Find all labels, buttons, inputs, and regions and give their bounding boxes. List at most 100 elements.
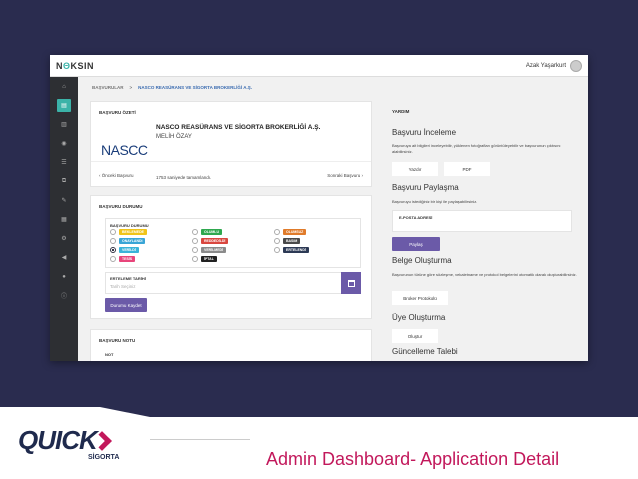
status-option[interactable]: İPTAL (192, 256, 274, 262)
status-option[interactable]: REDDEDİLDİ (192, 238, 274, 244)
status-badge: VERİLDİ (119, 247, 139, 253)
broker-protocol-button[interactable]: Broker Protokolü (392, 291, 448, 305)
sidebar-chart-icon[interactable]: ▥ (50, 115, 78, 134)
user-menu[interactable]: Azak Yaşarkurt (525, 59, 582, 72)
app-logo[interactable]: NΘKSIN (56, 61, 94, 71)
status-badge: OLUMSUZ (283, 229, 307, 235)
status-badge: BEKLEMEDE (119, 229, 147, 235)
date-label: ERTELEME TARİHİ (110, 276, 146, 281)
radio-button[interactable] (274, 238, 280, 244)
status-options: BEKLEMEDE OLUMLU OLUMSUZ ONAYLANDI REDDEDİLD… (110, 229, 356, 262)
status-options-box: BAŞVURU DURUMU BEKLEMEDE OLUMLU OLUMSUZ ONA… (105, 218, 361, 268)
status-option[interactable]: BEKLEMEDE (110, 229, 192, 235)
breadcrumb-root[interactable]: BAŞVURULAR (92, 85, 124, 90)
sidebar-document-icon[interactable]: ▤ (50, 96, 78, 115)
create-member-button[interactable]: Oluştur (392, 329, 438, 343)
status-option[interactable]: OLUMLU (192, 229, 274, 235)
sidebar-edit-icon[interactable]: ✎ (50, 191, 78, 210)
inspect-description: Başvuruya ait bilgileri inceleyebilir, y… (392, 143, 561, 154)
company-name: NASCO REASÜRANS VE SİGORTA BROKERLİĞİ A.… (156, 124, 321, 131)
radio-button[interactable] (110, 256, 116, 262)
pdf-button[interactable]: PDF (444, 162, 490, 176)
status-badge: REDDEDİLDİ (201, 238, 229, 244)
sidebar-info-icon[interactable]: ⓘ (50, 286, 78, 305)
radio-button[interactable] (274, 247, 280, 253)
footer-divider (150, 439, 250, 440)
summary-title: BAŞVURU ÖZETİ (99, 110, 136, 115)
footer-band: QUICK SİGORTA Admin Dashboard- Applicati… (0, 407, 638, 479)
sidebar: ⌂ ▤ ▥ ◉ ☰ ⧉ ✎ ▦ ⚙ ◀ ● ⓘ (50, 77, 78, 361)
status-option[interactable]: TESİS (110, 256, 192, 262)
radio-button[interactable] (110, 247, 116, 253)
print-button[interactable]: Yazdır (392, 162, 438, 176)
app-window: NΘKSIN Azak Yaşarkurt ⌂ ▤ ▥ ◉ ☰ ⧉ ✎ ▦ ⚙ … (50, 55, 588, 361)
sidebar-location-icon[interactable]: ◉ (50, 134, 78, 153)
postpone-date-field[interactable]: ERTELEME TARİHİ Tarih Seçiniz (105, 272, 361, 294)
note-title: BAŞVURU NOTU (99, 338, 136, 343)
calendar-button[interactable] (341, 272, 361, 294)
breadcrumb-separator: > (129, 84, 133, 90)
status-badge: İPTAL (201, 256, 217, 262)
sidebar-announce-icon[interactable]: ◀ (50, 248, 78, 267)
previous-application-link[interactable]: ‹ Önceki Başvuru (99, 173, 134, 178)
status-badge: BASIM (283, 238, 301, 244)
page-caption: Admin Dashboard- Application Detail (266, 449, 560, 469)
sidebar-settings-icon[interactable]: ⚙ (50, 229, 78, 248)
update-request-heading: Güncelleme Talebi (392, 347, 458, 356)
status-title: BAŞVURU DURUMU (99, 204, 143, 209)
radio-button[interactable] (192, 256, 198, 262)
radio-button[interactable] (192, 229, 198, 235)
status-option[interactable]: ONAYLANDI (110, 238, 192, 244)
radio-button[interactable] (192, 247, 198, 253)
status-badge: ONAYLANDI (119, 238, 146, 244)
note-card: BAŞVURU NOTU NOT (90, 329, 372, 361)
help-title: YARDIM (392, 109, 410, 114)
note-field-label: NOT (105, 352, 114, 357)
avatar[interactable] (570, 59, 582, 72)
share-button[interactable]: Paylaş (392, 237, 440, 251)
status-option[interactable]: ERTELENDİ (274, 247, 356, 253)
person-name: MELİH ÖZAY (156, 134, 192, 140)
status-option[interactable]: VERİLDİ (110, 247, 192, 253)
email-label: E-POSTA ADRESİ (399, 215, 433, 220)
company-logo: NASCC (101, 142, 148, 158)
sidebar-list-icon[interactable]: ☰ (50, 153, 78, 172)
status-badge: VERİLMEDİ (201, 247, 227, 253)
share-description: Başvuruyu istediğiniz bir kişi ile payla… (392, 199, 478, 204)
inspect-heading: Başvuru İnceleme (392, 128, 457, 137)
sidebar-copy-icon[interactable]: ⧉ (50, 172, 78, 191)
breadcrumb: BAŞVURULAR > NASCO REASÜRANS VE SİGORTA … (78, 77, 588, 97)
status-badge: TESİS (119, 256, 136, 262)
radio-button[interactable] (274, 229, 280, 235)
user-name: Azak Yaşarkurt (525, 62, 566, 69)
next-application-link[interactable]: Sonraki Başvuru › (327, 173, 363, 178)
status-badge: OLUMLU (201, 229, 222, 235)
status-option[interactable]: VERİLMEDİ (192, 247, 274, 253)
top-bar: NΘKSIN Azak Yaşarkurt (50, 55, 588, 77)
brand-sub: SİGORTA (88, 454, 120, 461)
document-heading: Belge Oluşturma (392, 256, 452, 265)
summary-card: BAŞVURU ÖZETİ NASCC NASCO REASÜRANS VE S… (90, 101, 372, 187)
brand-logo: QUICK SİGORTA (18, 425, 119, 461)
email-field[interactable]: E-POSTA ADRESİ (392, 210, 572, 232)
sidebar-user-icon[interactable]: ● (50, 267, 78, 286)
radio-button[interactable] (110, 229, 116, 235)
status-badge: ERTELENDİ (283, 247, 309, 253)
radio-button[interactable] (110, 238, 116, 244)
sidebar-home-icon[interactable]: ⌂ (50, 77, 78, 96)
completion-time: 1753 saniyede tamamlandı. (156, 175, 212, 180)
sidebar-table-icon[interactable]: ▦ (50, 210, 78, 229)
calendar-icon (347, 279, 355, 287)
breadcrumb-current: NASCO REASÜRANS VE SİGORTA BROKERLİĞİ A.… (138, 84, 252, 90)
radio-button[interactable] (192, 238, 198, 244)
date-input[interactable]: Tarih Seçiniz (110, 284, 136, 289)
status-card: BAŞVURU DURUMU BAŞVURU DURUMU BEKLEMEDE O… (90, 195, 372, 319)
brand-name: QUICK (18, 425, 98, 455)
document-description: Başvurunun türüne göre sözleşme, vekalet… (392, 272, 577, 277)
status-subtitle: BAŞVURU DURUMU (110, 223, 149, 228)
status-option[interactable]: OLUMSUZ (274, 229, 356, 235)
save-status-button[interactable]: Durumu Kaydet (105, 298, 147, 312)
main-content: BAŞVURULAR > NASCO REASÜRANS VE SİGORTA … (78, 77, 588, 361)
status-option[interactable]: BASIM (274, 238, 356, 244)
divider (91, 161, 371, 162)
